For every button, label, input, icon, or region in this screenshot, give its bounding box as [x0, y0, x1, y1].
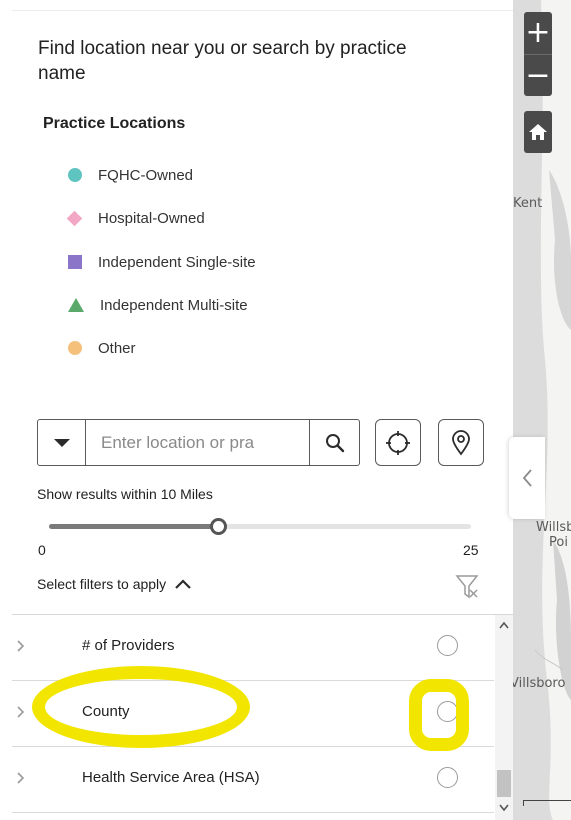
zoom-out-button[interactable]: −	[524, 55, 552, 97]
filters-label: Select filters to apply	[37, 576, 167, 592]
search-box	[37, 419, 360, 466]
map-view[interactable]: + − Kent Willsb Poi Villsboro	[513, 0, 571, 820]
radius-label: Show results within 10 Miles	[37, 486, 213, 502]
slider-max-label: 25	[463, 542, 479, 558]
pink-diamond-icon	[66, 210, 83, 226]
locate-me-button[interactable]	[375, 419, 421, 466]
map-label-villsboro: Villsboro	[513, 676, 566, 691]
map-label-poi: Poi	[549, 535, 568, 550]
scroll-up-arrow-icon[interactable]	[499, 621, 509, 629]
orange-circle-icon	[68, 341, 82, 355]
legend-item-label: Other	[98, 339, 136, 357]
filter-row-hsa[interactable]: Health Service Area (HSA)	[12, 747, 494, 813]
legend-item-hospital-owned: Hospital-Owned	[66, 207, 205, 229]
legend-item-independent-multi-site: Independent Multi-site	[68, 294, 248, 316]
teal-circle-icon	[68, 168, 82, 182]
chevron-right-icon[interactable]	[16, 705, 26, 719]
search-input[interactable]	[86, 420, 309, 465]
drop-pin-button[interactable]	[438, 419, 484, 466]
legend-item-label: Independent Multi-site	[100, 296, 248, 314]
crosshair-icon	[386, 430, 410, 455]
panel-top-divider	[12, 10, 513, 11]
side-panel: Find location near you or search by prac…	[0, 0, 513, 820]
location-pin-icon	[452, 429, 470, 456]
legend-item-fqhc-owned: FQHC-Owned	[68, 164, 193, 186]
highlight-radio-annotation	[409, 679, 469, 751]
filter-radio[interactable]	[437, 635, 458, 656]
map-label-willsb: Willsb	[536, 520, 571, 535]
legend-title: Practice Locations	[43, 115, 186, 132]
home-button[interactable]	[524, 111, 552, 153]
filter-row-label: # of Providers	[82, 637, 175, 654]
search-source-dropdown[interactable]	[38, 420, 86, 465]
legend-item-independent-single-site: Independent Single-site	[68, 251, 256, 273]
caret-down-icon	[53, 438, 70, 447]
slider-fill	[49, 524, 218, 529]
filter-radio[interactable]	[437, 767, 458, 788]
filters-toggle[interactable]: Select filters to apply	[37, 576, 192, 592]
search-button[interactable]	[309, 420, 359, 465]
green-triangle-icon	[68, 298, 84, 312]
radius-slider[interactable]	[49, 517, 471, 537]
legend-item-label: Hospital-Owned	[98, 209, 205, 227]
zoom-in-button[interactable]: +	[524, 12, 552, 54]
filter-list-scrollbar[interactable]	[495, 615, 513, 820]
instructions-text: Find location near you or search by prac…	[38, 38, 407, 84]
map-label-kent: Kent	[513, 196, 543, 211]
scrollbar-thumb[interactable]	[497, 770, 511, 797]
search-icon	[325, 433, 344, 452]
legend-item-other: Other	[68, 337, 136, 359]
chevron-right-icon[interactable]	[16, 639, 26, 653]
purple-square-icon	[68, 255, 82, 269]
zoom-control: + −	[524, 12, 552, 96]
legend-item-label: FQHC-Owned	[98, 166, 194, 184]
highlight-county-annotation	[32, 666, 250, 748]
collapse-panel-tab[interactable]	[509, 437, 545, 519]
chevron-right-icon[interactable]	[16, 771, 26, 785]
legend-item-label: Independent Single-site	[98, 253, 256, 271]
slider-thumb[interactable]	[209, 518, 227, 535]
chevron-left-icon	[522, 469, 532, 487]
scroll-down-arrow-icon[interactable]	[499, 804, 509, 812]
chevron-up-icon	[175, 579, 191, 589]
clear-filter-icon[interactable]	[455, 573, 481, 601]
home-icon	[529, 124, 547, 140]
slider-min-label: 0	[38, 542, 46, 558]
filter-row-label: Health Service Area (HSA)	[82, 769, 260, 786]
map-scale-bar	[523, 800, 571, 806]
